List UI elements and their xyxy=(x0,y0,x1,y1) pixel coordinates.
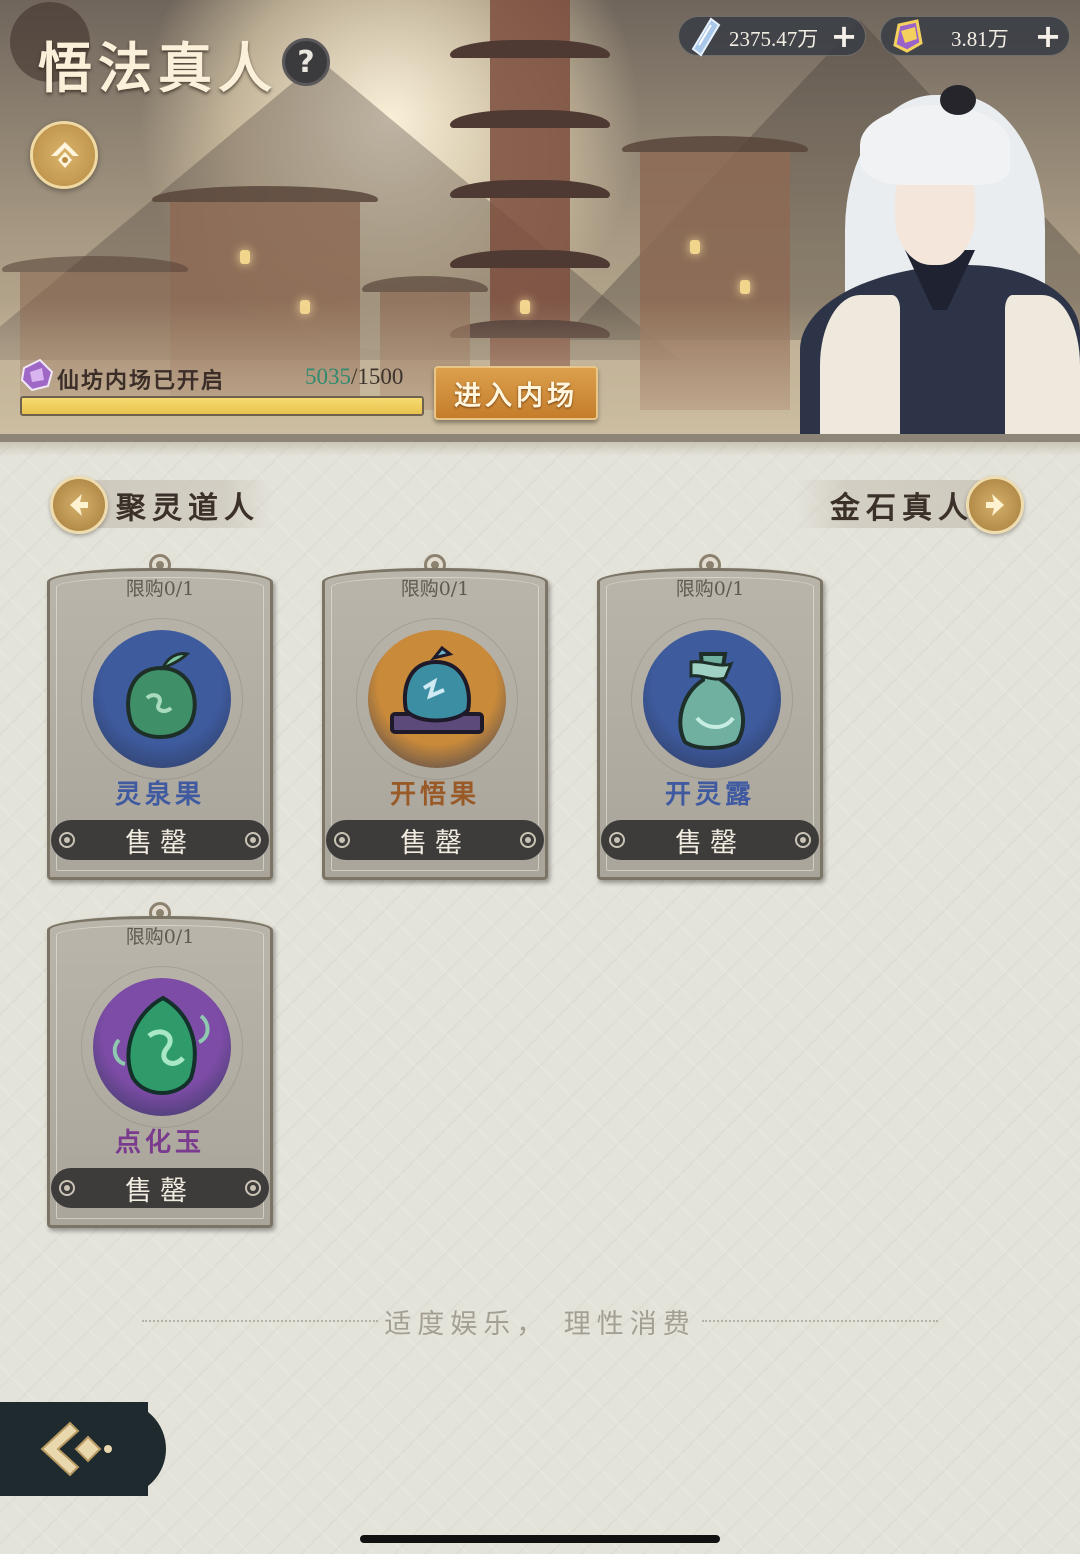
shop-item-card[interactable]: 限购0/1 开悟果 售罄 xyxy=(322,554,548,880)
gold-ingot-icon xyxy=(893,19,923,53)
slogan-divider-left xyxy=(142,1320,378,1322)
shop-item-card[interactable]: 限购0/1 开灵露 售罄 xyxy=(597,554,823,880)
lantern xyxy=(690,240,700,254)
progress-fill xyxy=(22,398,422,414)
shop-item-card[interactable]: 限购0/1 点化玉 售罄 xyxy=(47,902,273,1228)
header-divider-shadow xyxy=(0,442,1080,456)
shop-item-card[interactable]: 限购0/1 灵泉果 售罄 xyxy=(47,554,273,880)
npc-character-portrait xyxy=(800,85,1080,435)
ticket-gem-icon xyxy=(20,358,54,392)
purchase-limit: 限购0/1 xyxy=(675,578,745,600)
home-emblem-icon xyxy=(51,142,79,168)
jade-stone-icon xyxy=(112,995,210,1095)
purchase-limit: 限购0/1 xyxy=(125,578,195,600)
sold-out-label: 售罄 xyxy=(675,827,745,859)
gold-amount: 3.81万 xyxy=(951,27,1009,51)
currency-gold: 3.81万 + xyxy=(880,16,1070,56)
lantern xyxy=(240,250,250,264)
slogan-divider-right xyxy=(702,1320,938,1322)
item-orb xyxy=(81,618,243,780)
header-divider xyxy=(0,434,1080,442)
spirit-dew-bottle-icon xyxy=(678,652,746,750)
item-orb xyxy=(81,966,243,1128)
home-indicator[interactable] xyxy=(360,1535,720,1543)
prev-npc-label: 聚灵道人 xyxy=(116,491,260,526)
lantern xyxy=(740,280,750,294)
item-orb xyxy=(356,618,518,780)
purchase-limit: 限购0/1 xyxy=(125,926,195,948)
progress-max: 1500 xyxy=(357,364,404,389)
item-name: 开灵露 xyxy=(664,780,755,810)
sold-out-label: 售罄 xyxy=(125,1175,195,1207)
enter-inner-market-button[interactable]: 进入内场 xyxy=(434,366,598,420)
arrow-left-icon xyxy=(70,494,88,516)
health-slogan: 适度娱乐， 理性消费 xyxy=(384,1309,696,1340)
crystal-icon xyxy=(691,17,721,57)
sold-out-label: 售罄 xyxy=(400,827,470,859)
sold-out-button: 售罄 xyxy=(601,820,819,860)
item-name: 灵泉果 xyxy=(114,780,205,810)
progress-count: 5035/1500 xyxy=(305,364,403,390)
inner-market-status: 仙坊内场已开启 xyxy=(57,368,226,394)
add-crystal-button[interactable]: + xyxy=(829,19,859,53)
help-button[interactable]: ? xyxy=(282,38,330,86)
sold-out-label: 售罄 xyxy=(125,827,195,859)
progress-current: 5035 xyxy=(305,364,351,389)
sold-out-button: 售罄 xyxy=(326,820,544,860)
sold-out-button: 售罄 xyxy=(51,1168,269,1208)
page-title: 悟法真人 xyxy=(38,36,278,100)
next-npc-button[interactable]: 金石真人 xyxy=(796,476,1028,534)
progress-bar xyxy=(20,396,424,416)
item-orb xyxy=(631,618,793,780)
prev-npc-button[interactable]: 聚灵道人 xyxy=(50,476,280,534)
arrow-right-icon xyxy=(986,494,1004,516)
next-npc-label: 金石真人 xyxy=(830,491,974,526)
spirit-fruit-icon xyxy=(126,652,197,739)
back-button[interactable] xyxy=(0,1402,166,1496)
crystal-amount: 2375.47万 xyxy=(729,27,819,51)
back-arrow-icon xyxy=(40,1421,112,1477)
currency-crystal: 2375.47万 + xyxy=(678,16,866,57)
enlightenment-fruit-icon xyxy=(390,645,484,734)
item-name: 开悟果 xyxy=(389,780,480,810)
item-name: 点化玉 xyxy=(114,1128,205,1158)
home-button[interactable] xyxy=(30,121,98,189)
purchase-limit: 限购0/1 xyxy=(400,578,470,600)
sold-out-button: 售罄 xyxy=(51,820,269,860)
add-gold-button[interactable]: + xyxy=(1033,19,1063,53)
